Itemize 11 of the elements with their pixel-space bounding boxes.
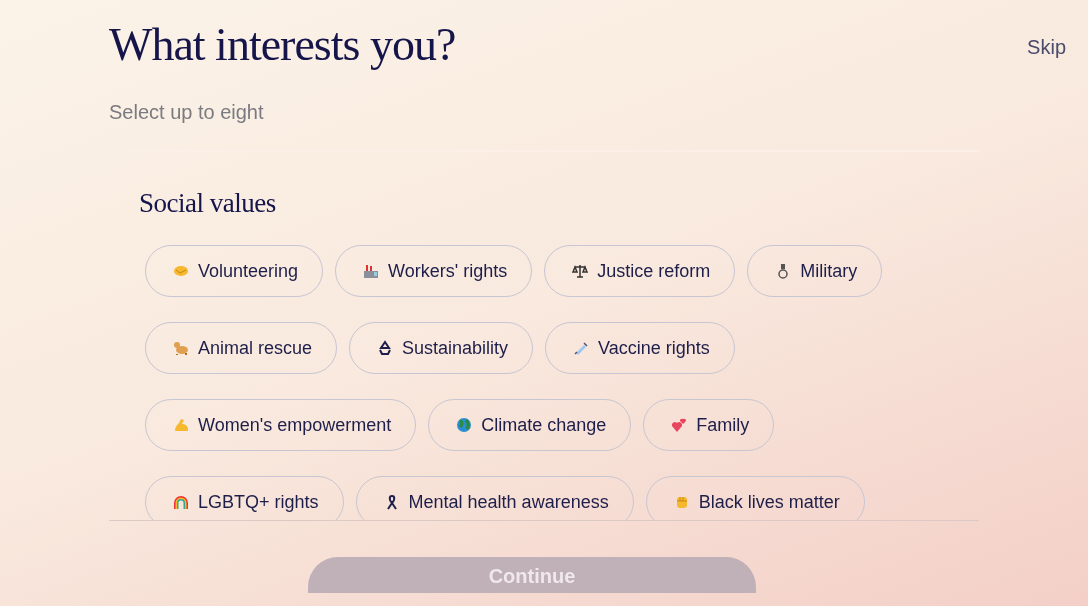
subtitle: Select up to eight bbox=[109, 101, 265, 125]
section-title: Social values bbox=[139, 188, 277, 219]
dog-icon bbox=[173, 340, 189, 356]
rainbow-icon bbox=[173, 494, 189, 510]
hearts-icon bbox=[671, 417, 688, 433]
factory-icon bbox=[363, 263, 380, 279]
skip-link[interactable]: Skip bbox=[1027, 36, 1066, 59]
scales-icon bbox=[572, 263, 589, 279]
syringe-icon bbox=[573, 340, 590, 356]
globe-icon bbox=[456, 417, 473, 433]
page-title: What interests you? bbox=[109, 18, 456, 71]
